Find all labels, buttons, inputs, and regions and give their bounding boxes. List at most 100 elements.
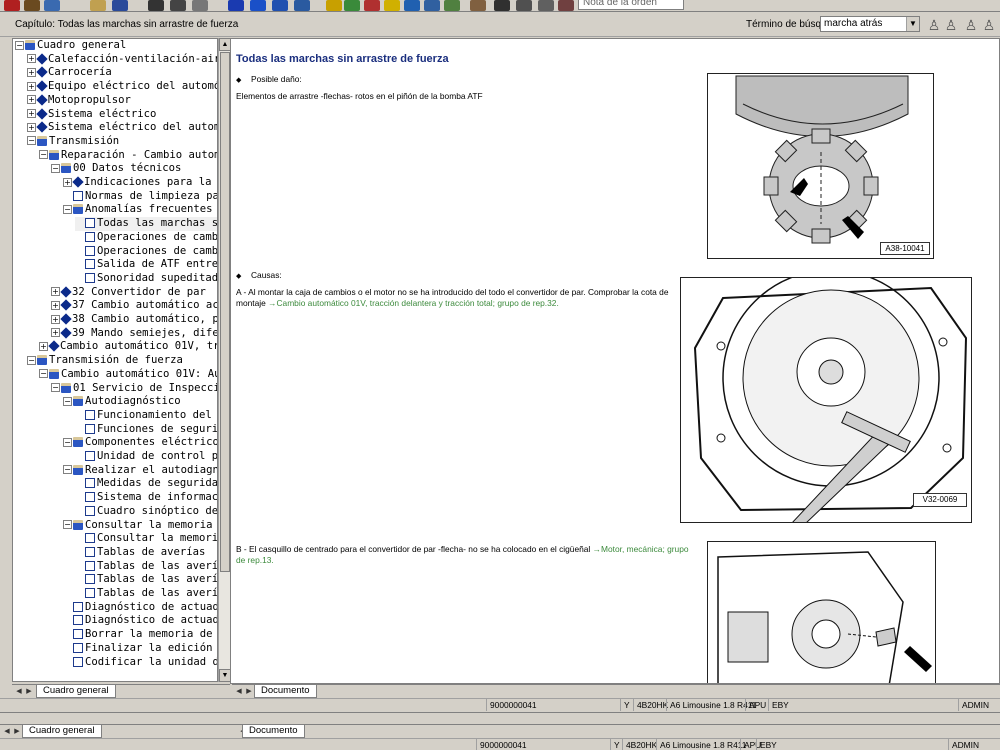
tree-item[interactable]: − Reparación - Cambio automático — [39, 149, 217, 163]
collapse-icon[interactable]: − — [39, 369, 48, 379]
tree-item[interactable]: Tablas de las averías — [75, 573, 217, 587]
navigation-tree[interactable]: − Cuadro general + Calefacción-ventilación-… — [12, 38, 218, 682]
expand-icon[interactable]: + — [63, 177, 72, 187]
tree-item[interactable]: Todas las marchas sin arrastre — [75, 217, 217, 231]
expand-icon[interactable]: + — [51, 314, 60, 324]
previous-icon[interactable] — [170, 0, 186, 11]
collapse-icon[interactable]: − — [27, 355, 36, 365]
collapse-icon[interactable]: − — [63, 520, 72, 529]
tree-item[interactable]: Operaciones de cambio — [75, 231, 217, 245]
search-previous-icon[interactable]: ♙ — [964, 16, 978, 34]
tree-item[interactable]: − 00 Datos técnicos — [51, 162, 181, 176]
collapse-icon[interactable]: − — [63, 204, 72, 214]
tree-item[interactable]: − Transmisión — [27, 135, 119, 149]
expand-icon[interactable]: + — [39, 341, 48, 351]
wrench-icon[interactable] — [470, 0, 486, 11]
tree-item[interactable]: + Carrocería — [27, 66, 112, 80]
help-icon[interactable] — [250, 0, 266, 11]
expand-icon[interactable]: + — [27, 54, 36, 64]
tree-item[interactable]: Tablas de las averías — [75, 587, 217, 601]
tree-item[interactable]: Tablas de averías — [75, 546, 205, 560]
tree-item[interactable]: Tablas de las averías — [75, 560, 217, 574]
tree-item[interactable]: +32 Convertidor de par — [51, 286, 206, 300]
tree-item[interactable]: − Realizar el autodiagnóstico — [63, 464, 217, 478]
bookmark-icon[interactable] — [364, 0, 380, 11]
expand-icon[interactable]: + — [27, 122, 36, 132]
collapse-icon[interactable]: − — [39, 150, 48, 160]
truck-icon[interactable] — [494, 0, 510, 11]
clipboard-icon[interactable] — [558, 0, 574, 11]
collapse-icon[interactable]: − — [63, 396, 72, 406]
tree-item[interactable]: Funciones de seguridad — [75, 423, 217, 437]
collapse-icon[interactable]: − — [63, 437, 72, 447]
collapse-icon[interactable]: − — [51, 163, 60, 173]
search-all-icon[interactable]: ♙ — [982, 16, 996, 34]
tree-item[interactable]: + Calefacción-ventilación-aire — [27, 53, 217, 67]
tree-item[interactable]: +39 Mando semiejes, diferencial — [51, 327, 217, 341]
collapse-icon[interactable]: − — [15, 40, 24, 50]
document-icon[interactable] — [424, 0, 440, 11]
tree-item[interactable]: + Sistema eléctrico — [27, 108, 156, 122]
tree-item[interactable]: + Indicaciones para la reparación — [63, 176, 217, 190]
first-page-icon[interactable] — [148, 0, 164, 11]
tree-item[interactable]: − Cambio automático 01V: Autodiag — [39, 368, 217, 382]
tree-item[interactable]: + Motopropulsor — [27, 94, 131, 108]
tree-item[interactable]: Diagnóstico de actuadores — [63, 614, 217, 628]
expand-icon[interactable]: + — [27, 67, 36, 77]
tool-icon[interactable] — [404, 0, 420, 11]
last-tab-icon[interactable]: ▶ — [12, 726, 22, 737]
search-input[interactable]: marcha atrás — [820, 16, 920, 32]
expand-icon[interactable]: + — [27, 95, 36, 105]
first-tab-icon[interactable]: ◀ — [234, 686, 244, 697]
search-next-icon[interactable]: ♙ — [944, 16, 958, 34]
cause-a-link[interactable]: →Cambio automático 01V, tracción delante… — [268, 298, 559, 308]
tree-scrollbar[interactable]: ▲ ▼ — [218, 38, 231, 682]
tree-item[interactable]: Unidad de control para — [75, 450, 217, 464]
tab-cuadro-general[interactable]: Cuadro general — [36, 685, 116, 698]
tree-item[interactable]: − 01 Servicio de Inspección — [51, 382, 217, 396]
search-person-icon[interactable]: ♙ — [927, 16, 941, 34]
tab-documento-outer[interactable]: Documento — [242, 725, 305, 738]
collapse-icon[interactable]: − — [63, 465, 72, 475]
tree-item[interactable]: Normas de limpieza para — [63, 190, 217, 204]
tree-item[interactable]: + Sistema eléctrico del automóvil — [27, 121, 217, 135]
warning-icon[interactable] — [384, 0, 400, 11]
tab-cuadro-general-outer[interactable]: Cuadro general — [22, 725, 102, 738]
tree-item[interactable]: Salida de ATF entre — [75, 258, 217, 272]
info-icon[interactable] — [272, 0, 288, 11]
last-tab-icon[interactable]: ▶ — [244, 686, 254, 697]
vehicle-icon[interactable] — [516, 0, 532, 11]
tree-item[interactable]: Sonoridad supeditada — [75, 272, 217, 286]
order-note-field[interactable]: Nota de la orden — [578, 0, 684, 10]
tree-item[interactable]: Sistema de información — [75, 491, 217, 505]
tree-item[interactable]: Finalizar la edición — [63, 642, 213, 656]
tree-item[interactable]: + Cambio automático 01V, tracción — [39, 340, 217, 354]
tree-item[interactable]: +38 Cambio automático, piñones — [51, 313, 217, 327]
car-icon[interactable] — [344, 0, 360, 11]
tree-item[interactable]: Borrar la memoria de — [63, 628, 213, 642]
tree-item[interactable]: Codificar la unidad de — [63, 656, 217, 670]
settings-icon[interactable] — [538, 0, 554, 11]
save-icon[interactable] — [112, 0, 128, 11]
chevron-down-icon[interactable]: ▼ — [906, 17, 919, 31]
tree-item[interactable]: − Consultar la memoria — [63, 519, 213, 533]
expand-icon[interactable]: + — [51, 300, 60, 310]
tree-item[interactable]: +37 Cambio automático actuación — [51, 299, 217, 313]
collapse-icon[interactable]: − — [27, 136, 36, 146]
forward-arrow-icon[interactable] — [294, 0, 310, 11]
expand-icon[interactable]: + — [27, 109, 36, 118]
tree-item[interactable]: Cuadro sinóptico de — [75, 505, 217, 519]
tree-item[interactable]: Diagnóstico de actuadores — [63, 601, 217, 615]
collapse-icon[interactable]: − — [51, 383, 60, 392]
tree-item[interactable]: − Componentes eléctricos — [63, 436, 217, 450]
lightbulb-icon[interactable] — [326, 0, 342, 11]
tree-item[interactable]: + Equipo eléctrico del automóvil — [27, 80, 217, 94]
chart-icon[interactable] — [444, 0, 460, 11]
folder-icon[interactable] — [90, 0, 106, 11]
tree-item[interactable]: − Autodiagnóstico — [63, 395, 181, 409]
tree-item[interactable]: Funcionamiento del — [75, 409, 212, 423]
expand-icon[interactable]: + — [51, 328, 60, 338]
tree-item[interactable]: − Cuadro general — [15, 39, 126, 53]
expand-icon[interactable]: + — [27, 81, 36, 91]
first-tab-icon[interactable]: ◀ — [2, 726, 12, 737]
